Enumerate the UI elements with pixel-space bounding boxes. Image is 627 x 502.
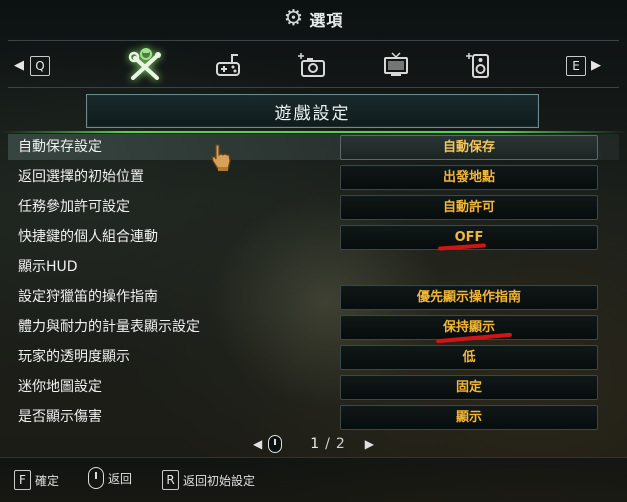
- mouse-right-click-icon: [88, 467, 104, 489]
- hint-back-label: 返回: [108, 471, 133, 486]
- setting-row-player-transparency[interactable]: 玩家的透明度顯示 低: [8, 344, 619, 370]
- setting-value-selector[interactable]: 優先顯示操作指南: [340, 285, 598, 310]
- setting-value: 低: [462, 350, 476, 365]
- control-hints-bar: F 確定 返回 R 返回初始設定: [0, 457, 627, 502]
- setting-label: 體力與耐力的計量表顯示設定: [18, 319, 200, 335]
- hint-reset-label: 返回初始設定: [183, 473, 256, 488]
- setting-value: 優先顯示操作指南: [416, 290, 521, 305]
- setting-row-health-stamina-gauge[interactable]: 體力與耐力的計量表顯示設定 保持顯示: [8, 314, 619, 340]
- setting-label: 是否顯示傷害: [18, 409, 102, 425]
- setting-value-selector[interactable]: 自動許可: [340, 195, 598, 220]
- setting-value: 出發地點: [442, 170, 495, 185]
- setting-value-selector[interactable]: 自動保存: [340, 135, 598, 160]
- setting-value-selector[interactable]: 低: [340, 345, 598, 370]
- current-page: 1: [310, 436, 320, 452]
- tab-display[interactable]: [374, 45, 418, 85]
- setting-row-minimap[interactable]: 迷你地圖設定 固定: [8, 374, 619, 400]
- setting-value: 自動許可: [442, 200, 495, 215]
- setting-row-hunting-horn-guide[interactable]: 設定狩獵笛的操作指南 優先顯示操作指南: [8, 284, 619, 310]
- speaker-icon: [465, 50, 495, 80]
- hint-back[interactable]: 返回: [88, 467, 133, 489]
- setting-label: 返回選擇的初始位置: [18, 169, 144, 185]
- prev-tab-key-q[interactable]: Q: [30, 56, 50, 76]
- next-tab-arrow-icon[interactable]: ▶: [591, 56, 601, 76]
- setting-value: 自動保存: [442, 140, 495, 155]
- gear-icon: ⚙: [283, 6, 304, 31]
- page-indicator: ◀ 1 / 2 ▶: [253, 434, 377, 454]
- setting-row-shortcut-link[interactable]: 快捷鍵的個人組合連動 OFF: [8, 224, 619, 250]
- setting-label: 顯示HUD: [18, 259, 78, 275]
- title-bar: ⚙ 選項: [0, 0, 627, 38]
- total-pages: 2: [335, 436, 345, 452]
- section-title: 遊戲設定: [274, 103, 351, 124]
- setting-value: 固定: [455, 380, 482, 395]
- setting-row-hud-header[interactable]: 顯示HUD: [8, 254, 619, 280]
- setting-value-selector[interactable]: 顯示: [340, 405, 598, 430]
- hint-confirm[interactable]: F 確定: [14, 470, 59, 490]
- display-icon: [381, 51, 411, 79]
- next-page-arrow-icon[interactable]: ▶: [365, 437, 374, 451]
- setting-value-selector[interactable]: 固定: [340, 375, 598, 400]
- hand-cursor-icon: [208, 143, 234, 173]
- setting-row-auto-save[interactable]: 自動保存設定 自動保存: [8, 134, 619, 160]
- category-tab-strip: ◀ Q E ▶: [8, 40, 619, 88]
- setting-value: 保持顯示: [442, 320, 495, 335]
- mouse-wheel-icon: [268, 435, 283, 453]
- hint-confirm-label: 確定: [35, 473, 60, 488]
- setting-label: 自動保存設定: [18, 139, 102, 155]
- key-r: R: [162, 470, 179, 490]
- setting-value: 顯示: [455, 410, 482, 425]
- setting-label: 設定狩獵笛的操作指南: [18, 289, 158, 305]
- page-title: 選項: [309, 11, 344, 30]
- setting-value-selector[interactable]: 出發地點: [340, 165, 598, 190]
- prev-page-arrow-icon[interactable]: ◀: [253, 437, 262, 451]
- tab-controller[interactable]: [206, 45, 250, 85]
- tab-game-settings[interactable]: [124, 45, 168, 85]
- setting-label: 迷你地圖設定: [18, 379, 102, 395]
- setting-row-quest-join[interactable]: 任務參加許可設定 自動許可: [8, 194, 619, 220]
- prev-tab-arrow-icon[interactable]: ◀: [14, 56, 24, 76]
- game-settings-icon: [127, 46, 165, 84]
- page-separator: /: [325, 436, 330, 452]
- camera-icon: [297, 51, 327, 79]
- hint-reset[interactable]: R 返回初始設定: [162, 470, 255, 490]
- setting-row-damage-numbers[interactable]: 是否顯示傷害 顯示: [8, 404, 619, 430]
- divider-glow: [0, 131, 627, 133]
- next-tab-key-e[interactable]: E: [566, 56, 586, 76]
- setting-label: 快捷鍵的個人組合連動: [18, 229, 158, 245]
- tab-sound[interactable]: [458, 45, 502, 85]
- setting-label: 玩家的透明度顯示: [18, 349, 130, 365]
- key-f: F: [14, 470, 31, 490]
- setting-row-return-location[interactable]: 返回選擇的初始位置 出發地點: [8, 164, 619, 190]
- controller-icon: [213, 51, 243, 79]
- setting-label: 任務參加許可設定: [18, 199, 130, 215]
- section-header: 遊戲設定: [86, 94, 539, 128]
- tab-camera[interactable]: [290, 45, 334, 85]
